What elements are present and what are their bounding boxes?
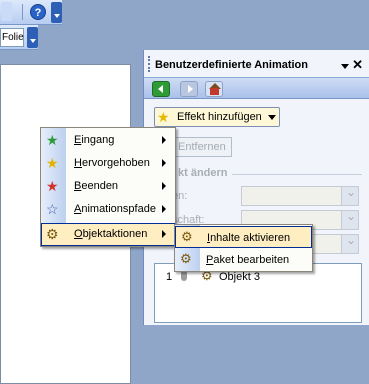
submenu-item-label: Inhalte aktivieren: [207, 232, 291, 244]
toolbar-options-chevron-icon[interactable]: [51, 2, 62, 23]
modify-section-label: kt ändern: [178, 167, 228, 179]
menu-item-label: Eingang: [74, 134, 115, 146]
start-select[interactable]: [241, 185, 359, 206]
green-star-icon: ★: [46, 132, 59, 148]
menu-item-exit[interactable]: ★ Beenden: [41, 175, 175, 198]
object-actions-submenu: ⚙ Inhalte aktivieren ⚙ Paket bearbeiten: [174, 224, 313, 272]
add-effect-menu: ★ Eingang ★ Hervorgehoben ★ Beenden ☆ An…: [40, 127, 176, 247]
chevron-right-icon: [162, 230, 166, 238]
formatting-toolbar: Folie: [0, 25, 38, 50]
toolbar-options-chevron-icon[interactable]: [27, 27, 38, 48]
pane-title: Benutzerdefinierte Animation: [155, 59, 308, 71]
home-icon[interactable]: [205, 81, 223, 97]
chevron-right-icon: [162, 205, 166, 213]
submenu-item-activate-contents[interactable]: ⚙ Inhalte aktivieren: [175, 226, 312, 248]
submenu-item-edit-package[interactable]: ⚙ Paket bearbeiten: [175, 249, 312, 271]
pane-drag-handle[interactable]: [148, 56, 152, 72]
menu-item-label: Beenden: [74, 180, 119, 192]
pane-navigation-bar: [144, 77, 369, 99]
pane-menu-dropdown-icon[interactable]: [341, 64, 349, 69]
add-effect-label: Effekt hinzufügen: [177, 111, 262, 123]
list-item-number: 1: [166, 271, 173, 283]
standard-toolbar: ?: [0, 0, 62, 25]
close-icon[interactable]: ✕: [352, 57, 363, 73]
toolbar-separator: [22, 4, 23, 20]
menu-item-label: Objektaktionen: [74, 228, 148, 240]
chevron-down-icon: [341, 209, 358, 229]
red-star-icon: ★: [46, 178, 59, 194]
back-icon[interactable]: [152, 81, 170, 97]
add-effect-button[interactable]: ★ Effekt hinzufügen: [154, 107, 280, 127]
yellow-star-icon: ★: [46, 155, 59, 171]
submenu-item-label: Paket bearbeiten: [206, 254, 290, 266]
gears-icon: ⚙: [180, 251, 192, 266]
toolbar-dropdown-button[interactable]: [1, 2, 12, 21]
gears-icon: ⚙: [181, 229, 193, 244]
remove-button[interactable]: Entfernen: [172, 137, 232, 157]
chevron-down-icon: [341, 233, 358, 253]
custom-animation-task-pane: Benutzerdefinierte Animation ✕ ★ Effekt …: [143, 50, 369, 325]
menu-item-label: Animationspfade: [74, 203, 156, 215]
gears-icon: ⚙: [46, 226, 59, 242]
menu-item-emphasis[interactable]: ★ Hervorgehoben: [41, 152, 175, 175]
animation-list[interactable]: 1 ⚙ Objekt 3: [154, 263, 362, 323]
menu-item-object-actions[interactable]: ⚙ Objektaktionen: [41, 223, 175, 246]
menu-item-entrance[interactable]: ★ Eingang: [41, 129, 175, 152]
chevron-right-icon: [162, 182, 166, 190]
chevron-down-icon: [268, 115, 276, 120]
star-icon: ★: [157, 109, 170, 125]
new-slide-button[interactable]: Folie: [0, 28, 24, 47]
section-divider: [232, 174, 362, 175]
chevron-right-icon: [162, 136, 166, 144]
menu-item-label: Hervorgehoben: [74, 157, 150, 169]
menu-item-motion-paths[interactable]: ☆ Animationspfade: [41, 198, 175, 221]
list-item-label: Objekt 3: [219, 271, 260, 283]
chevron-down-icon: [341, 185, 358, 205]
forward-icon[interactable]: [180, 81, 198, 97]
chevron-right-icon: [162, 159, 166, 167]
help-icon[interactable]: ?: [30, 4, 46, 20]
outline-star-icon: ☆: [46, 201, 59, 217]
